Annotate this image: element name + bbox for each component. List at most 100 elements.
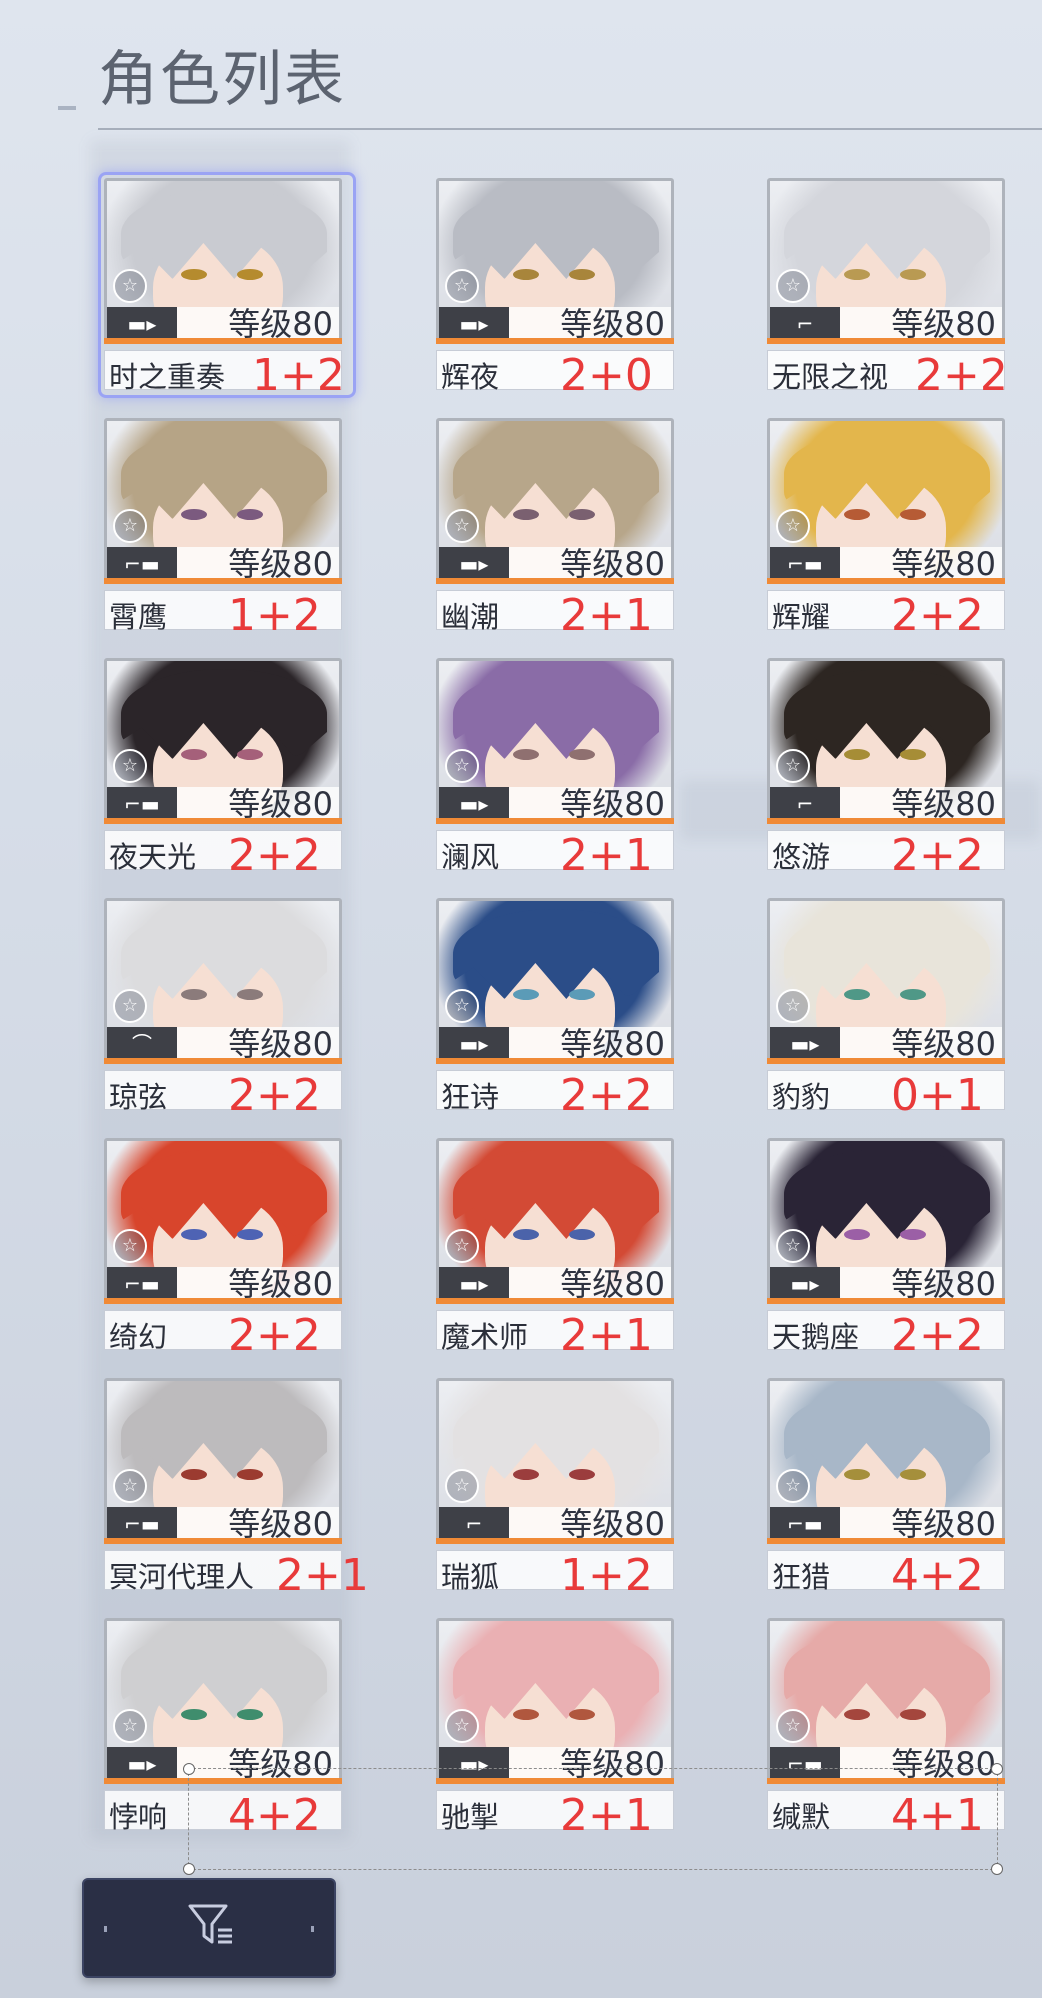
selection-handle[interactable] bbox=[183, 1863, 195, 1875]
character-card[interactable]: ☆ ⌐▬ 等级80 绮幻 2+2 bbox=[104, 1138, 342, 1358]
character-card[interactable]: ☆ ▬▸ 等级80 澜风 2+1 bbox=[436, 658, 674, 878]
character-name: 辉耀 bbox=[772, 600, 831, 634]
rarity-bar bbox=[436, 338, 674, 344]
weapon-icon: ⌒ bbox=[107, 1027, 177, 1061]
score-annotation: 4+2 bbox=[891, 1550, 984, 1601]
selection-handle[interactable] bbox=[991, 1763, 1003, 1775]
level-label: 等级80 bbox=[509, 547, 671, 581]
rarity-bar bbox=[767, 578, 1005, 584]
level-label: 等级80 bbox=[177, 787, 339, 821]
character-portrait: ☆ ⌐▬ 等级80 bbox=[767, 1618, 1005, 1784]
weapon-icon: ⌐ bbox=[770, 307, 840, 341]
star-icon: ☆ bbox=[776, 749, 810, 783]
rarity-bar bbox=[767, 1538, 1005, 1544]
portrait-eye bbox=[900, 269, 926, 280]
rarity-bar bbox=[436, 1538, 674, 1544]
character-name: 幽潮 bbox=[441, 600, 500, 634]
weapon-icon: ▬▸ bbox=[770, 1267, 840, 1301]
weapon-icon: ▬▸ bbox=[107, 307, 177, 341]
portrait-eye bbox=[237, 989, 263, 1000]
selection-rectangle bbox=[183, 1763, 1003, 1875]
character-card[interactable]: ☆ ▬▸ 等级80 豹豹 0+1 bbox=[767, 898, 1005, 1118]
weapon-icon: ⌐▬ bbox=[770, 1507, 840, 1541]
character-card[interactable]: ☆ ⌐▬ 等级80 冥河代理人 2+1 bbox=[104, 1378, 369, 1598]
button-dot bbox=[311, 1926, 314, 1932]
star-icon: ☆ bbox=[445, 509, 479, 543]
title-accent bbox=[58, 106, 76, 110]
filter-icon bbox=[188, 1904, 232, 1944]
character-portrait: ☆ ⌐▬ 等级80 bbox=[104, 1138, 342, 1304]
portrait-eye bbox=[844, 1229, 870, 1240]
filter-button[interactable] bbox=[82, 1878, 336, 1978]
character-portrait: ☆ ▬▸ 等级80 bbox=[767, 898, 1005, 1064]
star-icon: ☆ bbox=[776, 1229, 810, 1263]
character-card[interactable]: ☆ ▬▸ 等级80 幽潮 2+1 bbox=[436, 418, 674, 638]
portrait-eye bbox=[237, 1229, 263, 1240]
character-card[interactable]: ☆ ⌐▬ 等级80 辉耀 2+2 bbox=[767, 418, 1005, 638]
portrait-eye bbox=[569, 509, 595, 520]
character-portrait: ☆ ▬▸ 等级80 bbox=[436, 1138, 674, 1304]
character-card[interactable]: ☆ ⌐ 等级80 瑞狐 1+2 bbox=[436, 1378, 674, 1598]
star-icon: ☆ bbox=[445, 749, 479, 783]
level-label: 等级80 bbox=[509, 307, 671, 341]
score-annotation: 1+2 bbox=[560, 1550, 653, 1601]
character-card[interactable]: ☆ ▬▸ 等级80 魔术师 2+1 bbox=[436, 1138, 674, 1358]
character-card[interactable]: ☆ ▬▸ 等级80 辉夜 2+0 bbox=[436, 178, 674, 398]
score-annotation: 2+1 bbox=[560, 590, 653, 641]
rarity-bar bbox=[767, 1298, 1005, 1304]
character-name: 狂猎 bbox=[772, 1560, 831, 1594]
portrait-eye bbox=[181, 1229, 207, 1240]
portrait-eye bbox=[513, 1229, 539, 1240]
score-annotation: 2+2 bbox=[891, 590, 984, 641]
portrait-eye bbox=[181, 989, 207, 1000]
star-icon: ☆ bbox=[113, 509, 147, 543]
weapon-icon: ▬▸ bbox=[439, 307, 509, 341]
level-label: 等级80 bbox=[177, 307, 339, 341]
portrait-eye bbox=[844, 989, 870, 1000]
level-label: 等级80 bbox=[840, 307, 1002, 341]
star-icon: ☆ bbox=[113, 269, 147, 303]
portrait-eye bbox=[844, 749, 870, 760]
star-icon: ☆ bbox=[445, 1229, 479, 1263]
rarity-bar bbox=[104, 338, 342, 344]
selection-handle[interactable] bbox=[183, 1763, 195, 1775]
portrait-eye bbox=[900, 1229, 926, 1240]
portrait-eye bbox=[513, 269, 539, 280]
weapon-icon: ▬▸ bbox=[439, 787, 509, 821]
character-card[interactable]: ☆ ▬▸ 等级80 狂诗 2+2 bbox=[436, 898, 674, 1118]
character-card[interactable]: ☆ ⌐▬ 等级80 霄鹰 1+2 bbox=[104, 418, 342, 638]
score-annotation: 2+2 bbox=[228, 830, 321, 881]
character-name: 绮幻 bbox=[109, 1320, 168, 1354]
character-portrait: ☆ ▬▸ 等级80 bbox=[436, 1618, 674, 1784]
weapon-icon: ▬▸ bbox=[770, 1027, 840, 1061]
character-name: 时之重奏 bbox=[109, 360, 226, 394]
star-icon: ☆ bbox=[776, 1469, 810, 1503]
score-annotation: 2+0 bbox=[560, 350, 653, 401]
rarity-bar bbox=[104, 1058, 342, 1064]
character-card[interactable]: ☆ ⌐▬ 等级80 狂猎 4+2 bbox=[767, 1378, 1005, 1598]
portrait-eye bbox=[569, 1709, 595, 1720]
score-annotation: 2+2 bbox=[891, 830, 984, 881]
star-icon: ☆ bbox=[776, 269, 810, 303]
level-label: 等级80 bbox=[509, 1507, 671, 1541]
level-label: 等级80 bbox=[840, 547, 1002, 581]
character-card[interactable]: ☆ ⌐ 等级80 无限之视 2+2 bbox=[767, 178, 1008, 398]
character-portrait: ☆ ⌐▬ 等级80 bbox=[104, 658, 342, 824]
character-card[interactable]: ☆ ⌐▬ 等级80 夜天光 2+2 bbox=[104, 658, 342, 878]
character-name: 澜风 bbox=[441, 840, 500, 874]
weapon-icon: ⌐▬ bbox=[770, 547, 840, 581]
rarity-bar bbox=[767, 338, 1005, 344]
character-card[interactable]: ☆ ▬▸ 等级80 时之重奏 1+2 bbox=[98, 172, 356, 398]
character-card[interactable]: ☆ ▬▸ 等级80 天鹅座 2+2 bbox=[767, 1138, 1005, 1358]
portrait-eye bbox=[181, 749, 207, 760]
portrait-eye bbox=[569, 989, 595, 1000]
character-card[interactable]: ☆ ⌒ 等级80 琼弦 2+2 bbox=[104, 898, 342, 1118]
rarity-bar bbox=[104, 1538, 342, 1544]
level-label: 等级80 bbox=[177, 1507, 339, 1541]
portrait-eye bbox=[513, 1709, 539, 1720]
selection-handle[interactable] bbox=[991, 1863, 1003, 1875]
star-icon: ☆ bbox=[113, 1229, 147, 1263]
level-label: 等级80 bbox=[840, 1267, 1002, 1301]
character-card[interactable]: ☆ ⌐ 等级80 悠游 2+2 bbox=[767, 658, 1005, 878]
rarity-bar bbox=[104, 1298, 342, 1304]
